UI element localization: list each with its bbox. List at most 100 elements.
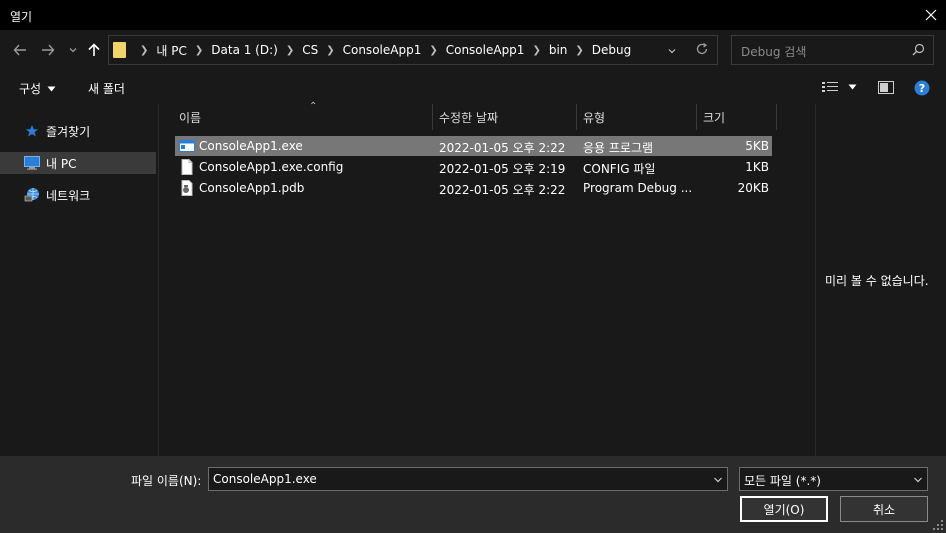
up-button[interactable]: [84, 40, 104, 60]
column-header-label: 유형: [583, 110, 606, 125]
file-date: 2022-01-05 오후 2:22: [439, 141, 566, 155]
preview-pane: 미리 볼 수 없습니다.: [815, 104, 946, 456]
column-header-label: 수정한 날짜: [439, 110, 499, 125]
column-header-size[interactable]: 크기: [697, 104, 777, 130]
sidebar-item-label: 네트워크: [46, 188, 91, 203]
file-type: CONFIG 파일: [583, 162, 656, 176]
column-header-label: 크기: [703, 110, 726, 125]
window-title: 열기: [10, 10, 33, 24]
application-icon: [179, 140, 195, 152]
breadcrumb-item[interactable]: ConsoleApp1: [446, 43, 525, 57]
breadcrumb-item[interactable]: CS: [302, 43, 318, 57]
command-bar: 구성 새 폴더 ?: [0, 72, 946, 104]
breadcrumb-item[interactable]: bin: [549, 43, 568, 57]
column-header-name[interactable]: ⌃ 이름: [173, 101, 433, 130]
help-button[interactable]: ?: [914, 80, 930, 96]
file-type: 응용 프로그램: [583, 141, 654, 155]
breadcrumb-item[interactable]: Debug: [592, 43, 631, 57]
new-folder-button[interactable]: 새 폴더: [88, 80, 125, 97]
open-button-label: 열기(O): [763, 502, 805, 517]
help-icon: ?: [914, 80, 930, 96]
arrow-left-icon: [13, 44, 26, 56]
sort-ascending-icon: ⌃: [309, 101, 318, 112]
address-history-button[interactable]: [667, 45, 677, 59]
organize-button[interactable]: 구성: [19, 80, 56, 97]
recent-locations-button[interactable]: [63, 40, 83, 60]
address-bar[interactable]: ❯ 내 PC ❯ Data 1 (D:) ❯ CS ❯ ConsoleApp1 …: [108, 35, 718, 65]
chevron-down-icon: [914, 477, 922, 483]
view-options-button[interactable]: [822, 81, 857, 93]
navigation-pane: 즐겨찾기 내 PC 네트워크: [0, 104, 159, 456]
forward-button[interactable]: [38, 40, 58, 60]
cancel-button[interactable]: 취소: [840, 496, 928, 522]
filename-history-button[interactable]: [713, 474, 723, 488]
file-size: 1KB: [745, 160, 769, 174]
file-name: ConsoleApp1.exe.config: [199, 160, 344, 174]
chevron-down-icon: [69, 48, 77, 53]
breadcrumb-separator[interactable]: ❯: [326, 45, 334, 56]
refresh-button[interactable]: [695, 42, 709, 59]
resize-grip-icon[interactable]: [933, 520, 943, 530]
debug-file-icon: [181, 180, 193, 196]
document-icon: [181, 159, 193, 175]
close-icon: [925, 9, 937, 21]
cancel-button-label: 취소: [872, 502, 896, 517]
sidebar-item-favorites[interactable]: 즐겨찾기: [0, 120, 156, 142]
network-icon: [24, 188, 40, 202]
caret-down-icon: [47, 86, 56, 91]
star-icon: [24, 124, 40, 138]
organize-label: 구성: [19, 82, 42, 96]
file-name: ConsoleApp1.exe: [199, 139, 303, 153]
column-header-date[interactable]: 수정한 날짜: [433, 104, 577, 130]
search-icon[interactable]: [912, 43, 925, 59]
filetype-dropdown[interactable]: [913, 474, 923, 488]
breadcrumb-separator[interactable]: ❯: [575, 45, 583, 56]
file-row[interactable]: ConsoleApp1.pdb 2022-01-05 오후 2:22 Progr…: [175, 178, 772, 198]
breadcrumb: ❯ 내 PC ❯ Data 1 (D:) ❯ CS ❯ ConsoleApp1 …: [113, 36, 631, 64]
filetype-value: 모든 파일 (*.*): [744, 474, 821, 488]
file-date: 2022-01-05 오후 2:22: [439, 183, 566, 197]
preview-message: 미리 볼 수 없습니다.: [825, 274, 929, 288]
chevron-down-icon: [714, 477, 722, 483]
search-box[interactable]: Debug 검색: [731, 35, 934, 65]
filename-value[interactable]: ConsoleApp1.exe: [213, 472, 317, 486]
preview-pane-button[interactable]: [878, 81, 894, 94]
file-row[interactable]: ConsoleApp1.exe 2022-01-05 오후 2:22 응용 프로…: [175, 136, 772, 156]
file-list-view: ⌃ 이름 수정한 날짜 유형 크기 ConsoleApp1.exe 2022-0…: [160, 101, 815, 456]
computer-icon: [24, 156, 40, 170]
breadcrumb-separator[interactable]: ❯: [195, 45, 203, 56]
file-date: 2022-01-05 오후 2:19: [439, 162, 566, 176]
arrow-up-icon: [88, 43, 100, 56]
column-header-label: 이름: [179, 110, 202, 125]
search-input[interactable]: Debug 검색: [741, 43, 806, 60]
filename-field[interactable]: ConsoleApp1.exe: [208, 467, 728, 491]
close-button[interactable]: [916, 0, 946, 30]
preview-pane-icon: [878, 81, 894, 94]
back-button[interactable]: [10, 40, 30, 60]
arrow-right-icon: [42, 44, 55, 56]
folder-icon: [113, 42, 126, 58]
sidebar-item-label: 내 PC: [46, 156, 77, 171]
open-button[interactable]: 열기(O): [740, 496, 828, 522]
file-size: 20KB: [737, 181, 769, 195]
sidebar-item-this-pc[interactable]: 내 PC: [0, 152, 156, 174]
breadcrumb-separator[interactable]: ❯: [429, 45, 437, 56]
breadcrumb-item[interactable]: 내 PC: [156, 42, 186, 59]
breadcrumb-separator[interactable]: ❯: [532, 45, 540, 56]
details-view-icon: [822, 82, 838, 92]
breadcrumb-item[interactable]: ConsoleApp1: [343, 43, 422, 57]
title-bar: 열기: [0, 0, 946, 30]
new-folder-label: 새 폴더: [88, 82, 125, 96]
file-size: 5KB: [745, 139, 769, 153]
sidebar-item-network[interactable]: 네트워크: [0, 184, 156, 206]
filename-label: 파일 이름(N):: [131, 474, 202, 488]
breadcrumb-separator[interactable]: ❯: [286, 45, 294, 56]
breadcrumb-separator[interactable]: ❯: [140, 45, 148, 56]
file-row[interactable]: ConsoleApp1.exe.config 2022-01-05 오후 2:1…: [175, 157, 772, 177]
svg-text:?: ?: [919, 82, 925, 95]
filetype-select[interactable]: 모든 파일 (*.*): [739, 467, 928, 491]
breadcrumb-item[interactable]: Data 1 (D:): [211, 43, 278, 57]
caret-down-icon: [848, 84, 857, 90]
file-open-dialog: 열기 ❯ 내 PC ❯ Data 1 (D:) ❯ CS ❯ ConsoleAp…: [0, 0, 946, 533]
column-header-type[interactable]: 유형: [577, 104, 697, 130]
